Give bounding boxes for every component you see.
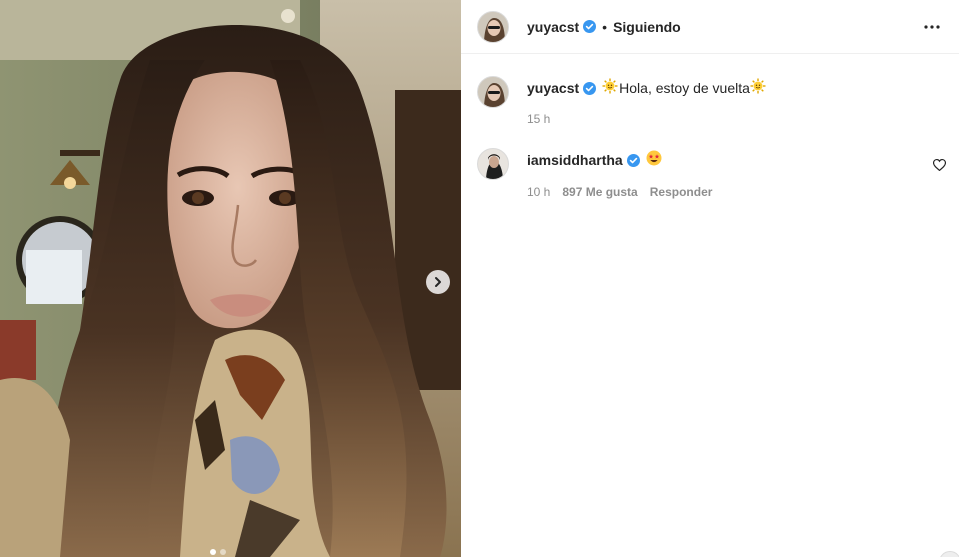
post-header: yuyacst • Siguiendo bbox=[461, 0, 959, 54]
comment-item: iamsiddhartha 10 h 897 Me gusta Responde… bbox=[477, 148, 712, 199]
avatar-image bbox=[478, 149, 508, 179]
author-avatar[interactable] bbox=[477, 10, 509, 43]
post-photo[interactable] bbox=[0, 0, 461, 557]
sun-emoji-icon bbox=[750, 78, 766, 98]
avatar-image bbox=[478, 77, 508, 107]
star-struck-emoji-icon bbox=[646, 150, 662, 170]
post-details-panel: yuyacst • Siguiendo yuyacst Hola, estoy … bbox=[461, 0, 959, 557]
portrait-image bbox=[0, 0, 461, 557]
following-button[interactable]: Siguiendo bbox=[613, 19, 681, 35]
carousel-dot-active bbox=[210, 549, 216, 555]
caption-username[interactable]: yuyacst bbox=[527, 79, 579, 97]
verified-badge-icon bbox=[626, 153, 640, 167]
caption-text: Hola, estoy de vuelta bbox=[619, 80, 750, 96]
verified-badge-icon bbox=[583, 20, 597, 33]
more-options-icon bbox=[924, 25, 940, 29]
comment-timestamp[interactable]: 10 h bbox=[527, 185, 550, 199]
caption-timestamp[interactable]: 15 h bbox=[527, 112, 550, 126]
chevron-right-icon bbox=[435, 277, 441, 287]
carousel-dot bbox=[220, 549, 226, 555]
sun-emoji-icon bbox=[602, 78, 618, 98]
next-slide-button[interactable] bbox=[426, 270, 450, 294]
heart-icon bbox=[932, 158, 947, 172]
comment-likes[interactable]: 897 Me gusta bbox=[562, 185, 637, 199]
comment-like-button[interactable] bbox=[932, 158, 947, 172]
more-options-button[interactable] bbox=[923, 18, 941, 36]
avatar-image bbox=[478, 11, 508, 42]
commenter-avatar[interactable] bbox=[477, 148, 509, 180]
caption-avatar[interactable] bbox=[477, 76, 509, 108]
viewer-avatar[interactable] bbox=[939, 551, 959, 557]
comment-username[interactable]: iamsiddhartha bbox=[527, 151, 623, 169]
caption: yuyacst Hola, estoy de vuelta 15 h bbox=[477, 76, 766, 126]
carousel-indicator bbox=[210, 549, 226, 555]
header-separator: • bbox=[602, 18, 608, 35]
reply-button[interactable]: Responder bbox=[650, 185, 713, 199]
author-username[interactable]: yuyacst bbox=[527, 19, 579, 35]
verified-badge-icon bbox=[583, 81, 597, 95]
